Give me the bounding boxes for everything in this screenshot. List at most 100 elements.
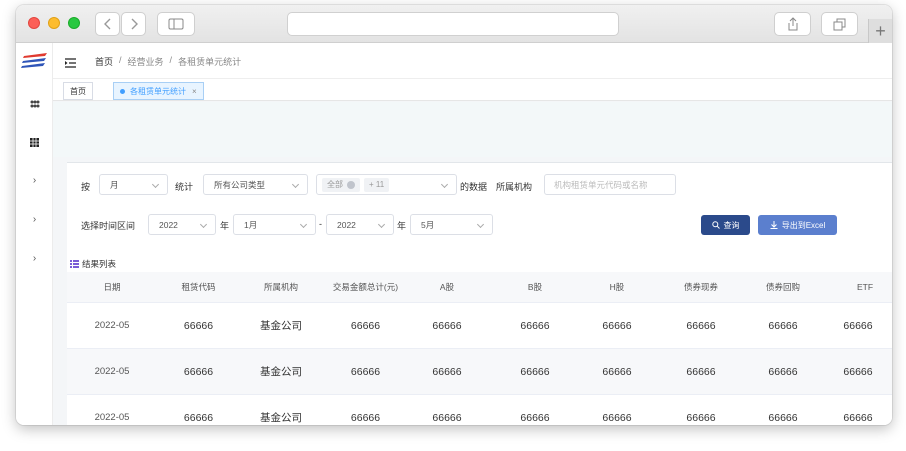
new-tab-button[interactable]: +: [868, 19, 892, 43]
chevron-down-icon: [291, 180, 300, 189]
cell-etf: 66666: [843, 319, 873, 332]
cell-date: 2022-05: [94, 366, 130, 377]
table-header: 日期 租赁代码 所属机构 交易金额总计(元) A股 B股 H股 债券现券 债券回…: [67, 272, 892, 303]
sidebar-expand-2[interactable]: ›: [16, 209, 53, 229]
table-row[interactable]: 2022-05 66666 基金公司 66666 66666 66666 666…: [67, 395, 892, 425]
sidebar-expand-1[interactable]: ›: [16, 170, 53, 190]
end-year-value: 2022: [337, 219, 356, 230]
cell-etf: 66666: [843, 411, 873, 424]
chip-more: + 11: [364, 177, 390, 192]
cell-bond-spot: 66666: [686, 319, 716, 332]
page-tabs: 首页 各租赁单元统计 ×: [53, 79, 892, 101]
tabs-overview-button[interactable]: [821, 12, 858, 36]
breadcrumb-level1[interactable]: 经营业务: [128, 55, 164, 68]
sidebar-item-apps[interactable]: [16, 94, 53, 114]
range-label: 选择时间区间: [81, 221, 136, 231]
main-content: 首页 / 经营业务 / 各租赁单元统计 首页 各租赁单元统计 × 按 月 统计: [53, 43, 892, 425]
start-month-select[interactable]: 1月: [233, 214, 316, 235]
data-of-label: 的数据: [460, 182, 488, 192]
export-excel-button[interactable]: 导出到Excel: [758, 215, 837, 235]
back-button[interactable]: [95, 12, 120, 36]
company-multi-select[interactable]: 全部 + 11: [316, 174, 457, 195]
brand-logo[interactable]: [21, 52, 48, 75]
download-icon: [770, 221, 778, 229]
chip-all-label: 全部: [327, 180, 343, 189]
cell-a-share: 66666: [432, 319, 462, 332]
share-button[interactable]: [774, 12, 811, 36]
column-header-bond-repo[interactable]: 债券回购: [753, 272, 813, 302]
cell-date: 2022-05: [94, 320, 130, 331]
close-tab-icon[interactable]: ×: [192, 87, 197, 96]
filter-and-results-panel: 按 月 统计 所有公司类型 全部 + 11 的数据 所属机构 机构租赁单元代码或…: [67, 162, 892, 425]
chevron-down-icon: [440, 180, 449, 189]
plus-icon: +: [875, 20, 886, 41]
tabs-icon: [833, 18, 846, 30]
by-label: 按: [81, 182, 91, 192]
query-button[interactable]: 查询: [701, 215, 750, 235]
minimize-window-button[interactable]: [48, 17, 60, 29]
cell-bond-spot: 66666: [686, 411, 716, 424]
share-icon: [788, 17, 797, 31]
column-header-a-share[interactable]: A股: [409, 272, 485, 302]
cell-organization: 基金公司: [260, 412, 302, 424]
cell-bond-spot: 66666: [686, 365, 716, 378]
cell-bond-repo: 66666: [768, 319, 798, 332]
column-header-total-amount[interactable]: 交易金额总计(元): [322, 272, 409, 302]
column-header-bond-spot[interactable]: 债券现券: [649, 272, 753, 302]
end-month-select[interactable]: 5月: [410, 214, 493, 235]
breadcrumb-home[interactable]: 首页: [95, 55, 113, 68]
sidebar-toggle-button[interactable]: [157, 12, 195, 36]
forward-button[interactable]: [121, 12, 146, 36]
chip-remove-icon[interactable]: [347, 180, 355, 189]
cell-rental-code: 66666: [183, 411, 214, 424]
org-search-input[interactable]: 机构租赁单元代码或名称: [544, 174, 676, 195]
sidebar-expand-3[interactable]: ›: [16, 248, 53, 268]
period-select[interactable]: 月: [99, 174, 168, 195]
org-label: 所属机构: [496, 182, 533, 192]
menu-toggle-button[interactable]: [65, 55, 76, 73]
tab-home[interactable]: 首页: [63, 82, 93, 100]
chevron-down-icon: [299, 220, 308, 229]
cell-h-share: 66666: [602, 411, 632, 424]
chevron-down-icon: [199, 220, 208, 229]
year-unit-label: 年: [220, 221, 230, 231]
cell-date: 2022-05: [94, 412, 130, 423]
period-value: 月: [110, 179, 119, 190]
sidebar-item-grid[interactable]: [16, 132, 53, 152]
column-header-b-share[interactable]: B股: [485, 272, 585, 302]
grid-icon: [30, 137, 39, 147]
export-button-label: 导出到Excel: [781, 220, 826, 230]
start-year-select[interactable]: 2022: [148, 214, 216, 235]
breadcrumb: 首页 / 经营业务 / 各租赁单元统计: [95, 55, 241, 68]
top-bar: 首页 / 经营业务 / 各租赁单元统计: [53, 43, 892, 79]
chevron-right-icon: ›: [32, 252, 37, 264]
list-icon: [70, 260, 79, 268]
chip-all: 全部: [322, 177, 360, 192]
browser-window: + › › › 首页 / 经营业务 / 各租赁单元统计 首页 各租赁单元统计 ×…: [16, 5, 892, 425]
cell-bond-repo: 66666: [768, 411, 798, 424]
column-header-rental-code[interactable]: 租赁代码: [157, 272, 240, 302]
company-type-select[interactable]: 所有公司类型: [203, 174, 308, 195]
breadcrumb-separator: /: [169, 55, 173, 65]
search-icon: [711, 221, 720, 229]
address-bar[interactable]: [287, 12, 619, 36]
column-header-etf[interactable]: ETF: [813, 272, 892, 302]
tab-label: 各租赁单元统计: [130, 86, 186, 96]
table-row[interactable]: 2022-05 66666 基金公司 66666 66666 66666 666…: [67, 349, 892, 395]
table-row[interactable]: 2022-05 66666 基金公司 66666 66666 66666 666…: [67, 303, 892, 349]
zoom-window-button[interactable]: [68, 17, 80, 29]
cell-rental-code: 66666: [183, 319, 214, 332]
chevron-left-icon: [103, 18, 110, 30]
column-header-date[interactable]: 日期: [67, 272, 157, 302]
cell-rental-code: 66666: [183, 365, 214, 378]
column-header-h-share[interactable]: H股: [585, 272, 649, 302]
cell-b-share: 66666: [520, 365, 550, 378]
cell-total-amount: 66666: [350, 365, 381, 378]
chevron-down-icon: [377, 220, 386, 229]
close-window-button[interactable]: [28, 17, 40, 29]
tab-rental-unit-stats[interactable]: 各租赁单元统计 ×: [113, 82, 204, 100]
end-year-select[interactable]: 2022: [326, 214, 394, 235]
column-header-organization[interactable]: 所属机构: [240, 272, 322, 302]
title-bar: +: [16, 5, 892, 43]
chevron-down-icon: [151, 180, 160, 189]
